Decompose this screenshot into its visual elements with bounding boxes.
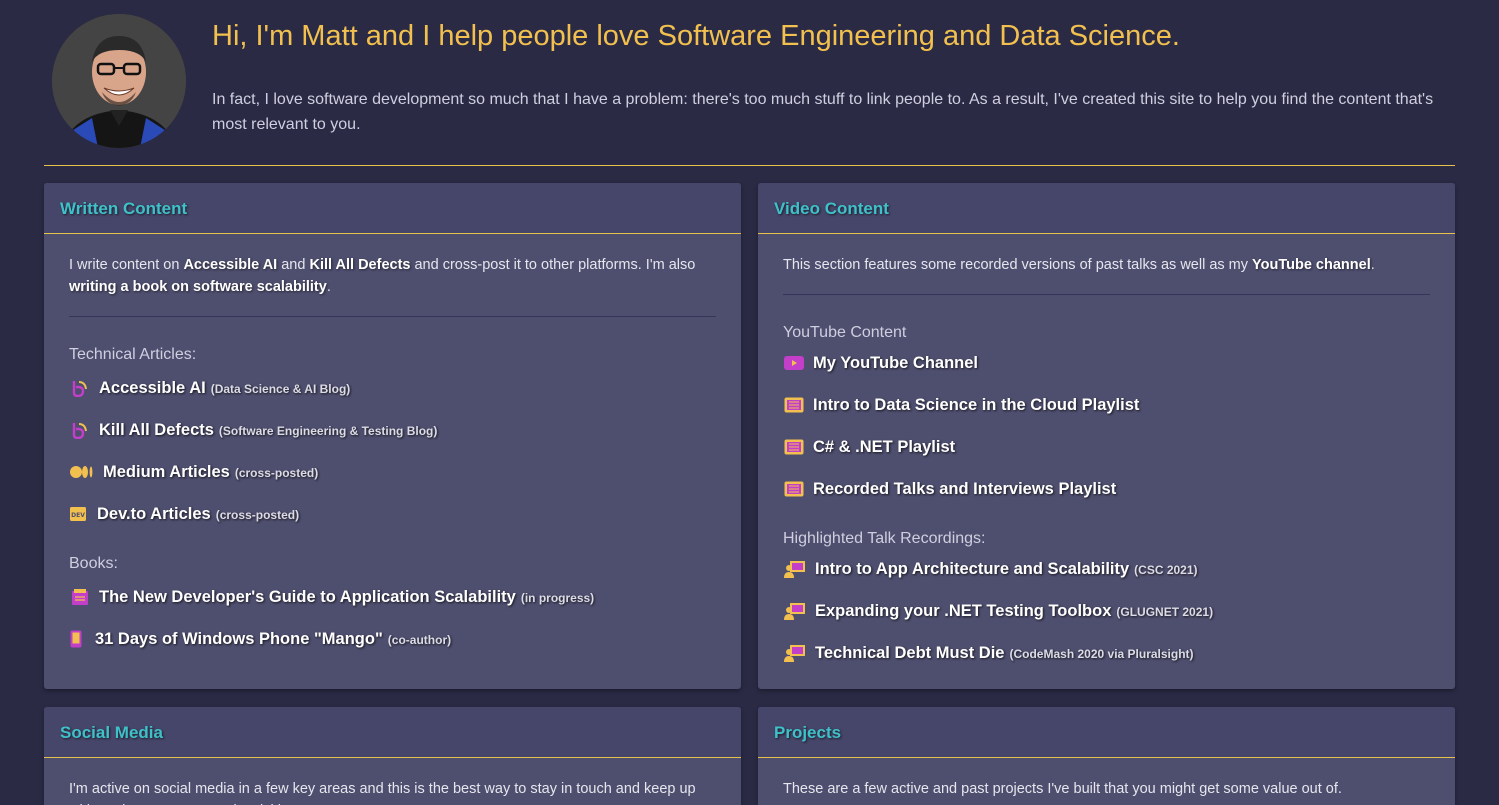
projects-card: Projects These are a few active and past… [758, 707, 1455, 805]
talk-link[interactable]: Expanding your .NET Testing Toolbox [815, 602, 1111, 621]
desc-text: This section features some recorded vers… [783, 257, 1253, 273]
playlist-icon [783, 437, 805, 457]
book-icon [69, 587, 91, 607]
youtube-channel-link[interactable]: YouTube channel [1252, 257, 1371, 273]
article-note: (Software Engineering & Testing Blog) [218, 424, 438, 438]
talk-note: (CSC 2021) [1134, 563, 1198, 577]
book-link[interactable]: 31 Days of Windows Phone "Mango" [95, 630, 383, 649]
article-link[interactable]: Kill All Defects [99, 421, 214, 440]
talk-item-app-architecture[interactable]: Intro to App Architecture and Scalabilit… [783, 548, 1430, 590]
projects-description: These are a few active and past projects… [783, 781, 1342, 797]
article-link[interactable]: Medium Articles [103, 463, 230, 482]
desc-text: and cross-post it to other platforms. I'… [410, 257, 696, 273]
technical-articles-label: Technical Articles: [69, 346, 197, 363]
article-item-accessible-ai[interactable]: Accessible AI (Data Science & AI Blog) [69, 367, 716, 409]
presenter-icon [783, 559, 807, 579]
article-note: (cross-posted) [234, 466, 319, 480]
talk-note: (CodeMash 2020 via Pluralsight) [1009, 647, 1194, 661]
youtube-item-playlist-csharp[interactable]: C# & .NET Playlist [783, 426, 1430, 468]
card-header: Video Content [758, 183, 1455, 234]
card-body: These are a few active and past projects… [758, 758, 1455, 805]
desc-text: I write content on [69, 257, 184, 273]
article-note: (Data Science & AI Blog) [210, 382, 351, 396]
youtube-link[interactable]: Intro to Data Science in the Cloud Playl… [813, 396, 1139, 415]
youtube-content-label: YouTube Content [783, 324, 907, 341]
book-link[interactable]: The New Developer's Guide to Application… [99, 588, 516, 607]
talk-link[interactable]: Technical Debt Must Die [815, 644, 1004, 663]
accessible-ai-link[interactable]: Accessible AI [183, 257, 277, 273]
written-content-card: Written Content I write content on Acces… [44, 183, 741, 689]
card-title: Video Content [774, 199, 889, 218]
video-description: This section features some recorded vers… [783, 254, 1430, 276]
devto-icon: DEV [69, 504, 87, 524]
card-body: This section features some recorded vers… [758, 234, 1455, 689]
profile-photo [52, 14, 186, 148]
phone-icon [69, 629, 83, 649]
card-title: Social Media [60, 723, 163, 742]
talk-item-testing-toolbox[interactable]: Expanding your .NET Testing Toolbox (GLU… [783, 590, 1430, 632]
card-title: Written Content [60, 199, 188, 218]
card-header: Projects [758, 707, 1455, 758]
divider [783, 294, 1430, 295]
youtube-item-playlist-talks[interactable]: Recorded Talks and Interviews Playlist [783, 468, 1430, 510]
blog-icon [69, 378, 91, 398]
youtube-link[interactable]: My YouTube Channel [813, 354, 978, 373]
book-item-mango[interactable]: 31 Days of Windows Phone "Mango" (co-aut… [69, 618, 716, 660]
divider [69, 316, 716, 317]
youtube-item-playlist-data-science[interactable]: Intro to Data Science in the Cloud Playl… [783, 384, 1430, 426]
card-body: I write content on Accessible AI and Kil… [44, 234, 741, 680]
written-description: I write content on Accessible AI and Kil… [69, 254, 716, 298]
svg-text:DEV: DEV [71, 512, 85, 519]
presenter-icon [783, 643, 807, 663]
video-content-card: Video Content This section features some… [758, 183, 1455, 689]
talk-note: (GLUGNET 2021) [1116, 605, 1214, 619]
talk-item-technical-debt[interactable]: Technical Debt Must Die (CodeMash 2020 v… [783, 632, 1430, 674]
page-header: Hi, I'm Matt and I help people love Soft… [44, 0, 1455, 166]
card-header: Social Media [44, 707, 741, 758]
desc-text: . [1370, 257, 1375, 273]
avatar [52, 14, 186, 148]
youtube-link[interactable]: C# & .NET Playlist [813, 438, 955, 457]
article-link[interactable]: Accessible AI [99, 379, 206, 398]
desc-text: and [277, 257, 310, 273]
card-title: Projects [774, 723, 842, 742]
book-note: (in progress) [520, 591, 595, 605]
youtube-icon [783, 353, 805, 373]
youtube-item-channel[interactable]: My YouTube Channel [783, 342, 1430, 384]
page-headline: Hi, I'm Matt and I help people love Soft… [212, 20, 1180, 52]
kill-all-defects-link[interactable]: Kill All Defects [309, 257, 410, 273]
social-media-card: Social Media I'm active on social media … [44, 707, 741, 805]
book-item-scalability[interactable]: The New Developer's Guide to Application… [69, 576, 716, 618]
presenter-icon [783, 601, 807, 621]
article-note: (cross-posted) [215, 508, 300, 522]
book-note: (co-author) [387, 633, 452, 647]
playlist-icon [783, 479, 805, 499]
social-description: I'm active on social media in a few key … [69, 781, 696, 805]
article-item-kill-all-defects[interactable]: Kill All Defects (Software Engineering &… [69, 409, 716, 451]
article-link[interactable]: Dev.to Articles [97, 505, 211, 524]
desc-text: . [326, 279, 331, 295]
article-item-medium[interactable]: Medium Articles (cross-posted) [69, 451, 716, 493]
card-body: I'm active on social media in a few key … [44, 758, 741, 805]
youtube-link[interactable]: Recorded Talks and Interviews Playlist [813, 480, 1116, 499]
article-item-devto[interactable]: DEV Dev.to Articles (cross-posted) [69, 493, 716, 535]
book-link[interactable]: writing a book on software scalability [69, 279, 327, 295]
medium-icon [69, 462, 95, 482]
books-label: Books: [69, 555, 118, 572]
card-header: Written Content [44, 183, 741, 234]
talk-link[interactable]: Intro to App Architecture and Scalabilit… [815, 560, 1129, 579]
intro-text: In fact, I love software development so … [212, 91, 1434, 133]
blog-icon [69, 420, 91, 440]
playlist-icon [783, 395, 805, 415]
highlighted-talks-label: Highlighted Talk Recordings: [783, 530, 986, 547]
